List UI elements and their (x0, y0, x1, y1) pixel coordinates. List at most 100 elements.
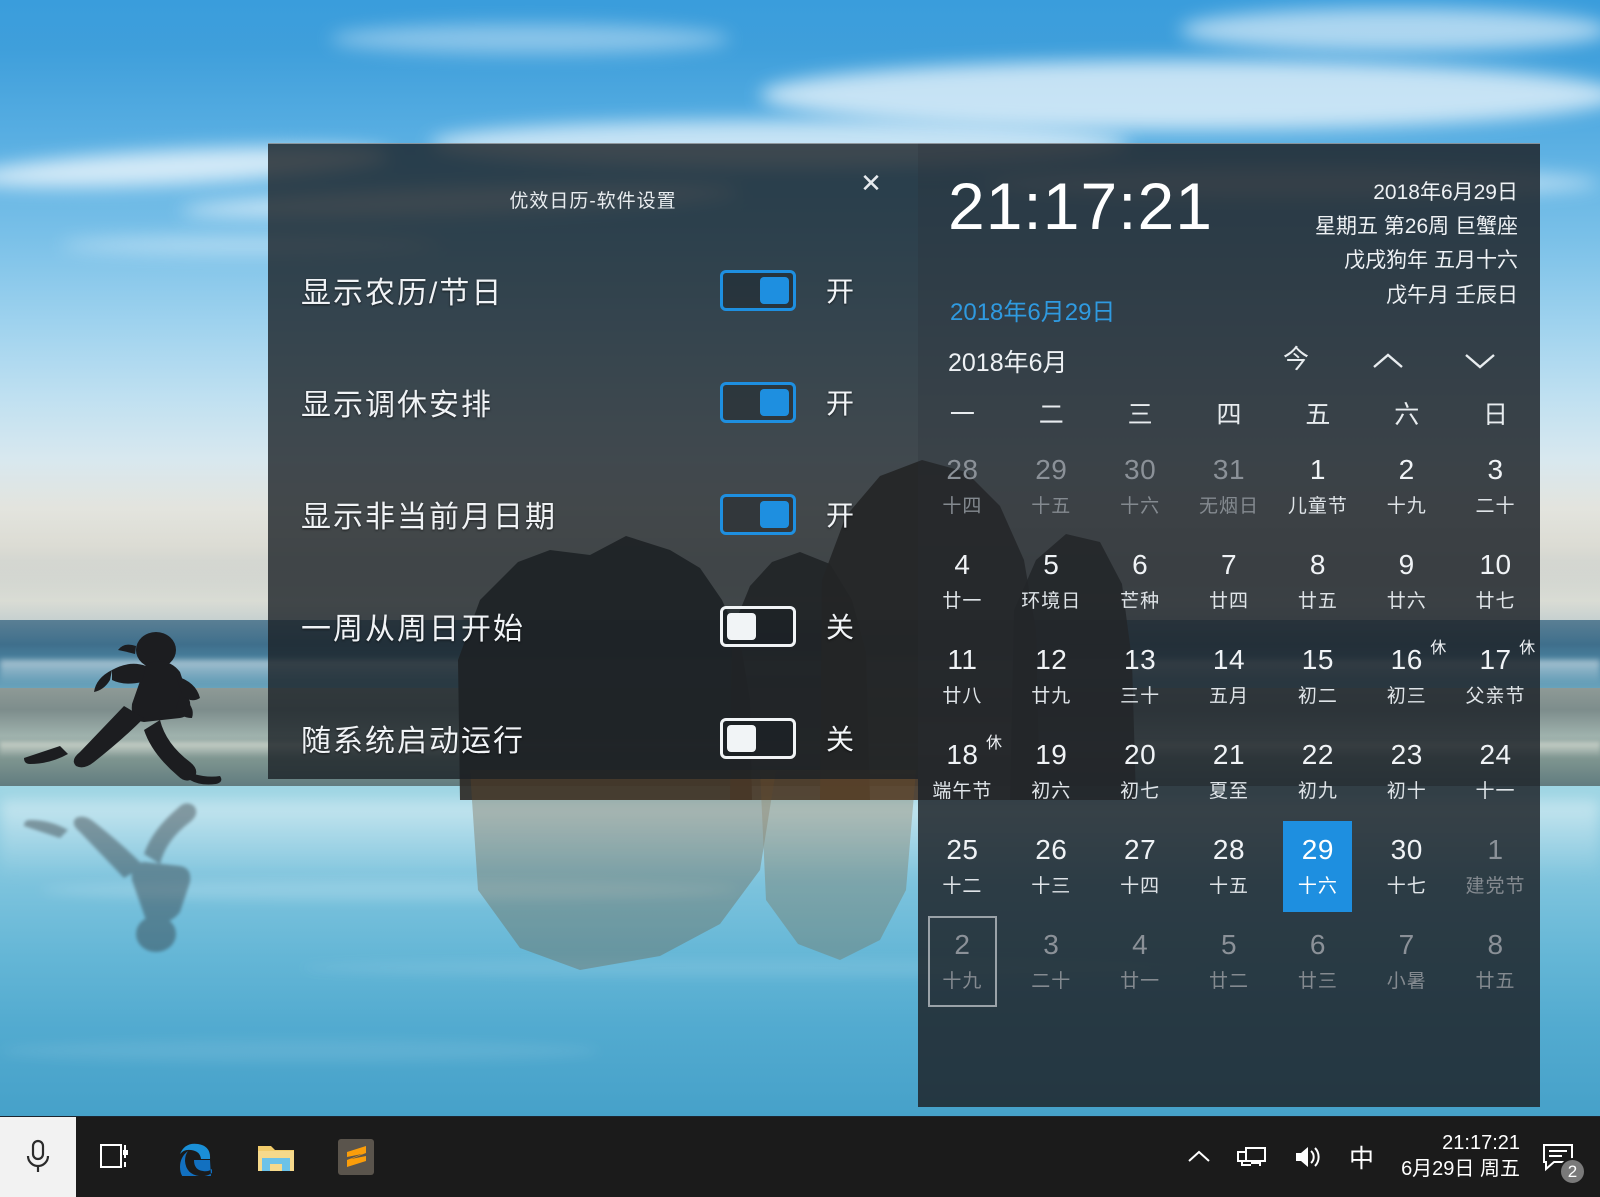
file-explorer-icon[interactable] (236, 1117, 316, 1197)
calendar-day-cell[interactable]: 16休初三 (1372, 631, 1441, 722)
calendar-day-cell[interactable]: 29十五 (1017, 441, 1086, 532)
calendar-day-number: 17休 (1479, 645, 1511, 675)
calendar-month-label: 2018年6月 (948, 343, 1068, 379)
chevron-up-icon[interactable] (1342, 337, 1434, 381)
calendar-day-cell[interactable]: 10廿七 (1461, 536, 1530, 627)
calendar-day-cell[interactable]: 5环境日 (1017, 536, 1086, 627)
toggle-knob (760, 501, 789, 528)
calendar-day-number: 11 (947, 645, 977, 675)
weekday-label: 一 (918, 391, 1007, 439)
calendar-day-cell[interactable]: 8廿五 (1283, 536, 1352, 627)
setting-row: 随系统启动运行关 (268, 682, 918, 794)
calendar-day-lunar: 初三 (1387, 681, 1427, 708)
calendar-day-cell[interactable]: 28十五 (1195, 821, 1264, 912)
calendar-day-lunar: 廿八 (942, 681, 982, 708)
calendar-day-cell[interactable]: 30十七 (1372, 821, 1441, 912)
calendar-day-lunar: 芒种 (1120, 586, 1160, 613)
calendar-day-number: 6 (1132, 550, 1148, 580)
calendar-day-number: 21 (1213, 740, 1245, 770)
calendar-day-cell[interactable]: 2十九 (1372, 441, 1441, 532)
calendar-day-cell[interactable]: 19初六 (1017, 726, 1086, 817)
calendar-day-lunar: 十六 (1298, 871, 1338, 898)
calendar-day-cell[interactable]: 12廿九 (1017, 631, 1086, 722)
calendar-day-number: 28 (1213, 835, 1245, 865)
calendar-day-cell[interactable]: 18休端午节 (928, 726, 997, 817)
calendar-day-cell[interactable]: 29十六 (1283, 821, 1352, 912)
calendar-day-cell[interactable]: 4廿一 (928, 536, 997, 627)
calendar-day-cell[interactable]: 5廿二 (1195, 916, 1264, 1007)
calendar-day-cell[interactable]: 31无烟日 (1195, 441, 1264, 532)
calendar-day-number: 24 (1479, 740, 1511, 770)
calendar-day-number: 30 (1391, 835, 1423, 865)
calendar-week-row: 25十二 26十三 27十四 28十五 29十六 30十七 1建党节 (918, 819, 1540, 914)
calendar-day-cell[interactable]: 6 芒种 (1106, 536, 1175, 627)
calendar-day-cell[interactable]: 28十四 (928, 441, 997, 532)
calendar-day-lunar: 初九 (1298, 776, 1338, 803)
calendar-day-cell[interactable]: 1建党节 (1461, 821, 1530, 912)
clock-area: 21:17:21 2018年6月29日 2018年6月29日 星期五 第26周 … (918, 144, 1540, 329)
calendar-day-cell[interactable]: 21 夏至 (1195, 726, 1264, 817)
calendar-day-lunar: 十九 (942, 966, 982, 993)
calendar-day-number: 30 (1124, 455, 1156, 485)
notification-center-icon[interactable]: 2 (1534, 1117, 1594, 1197)
calendar-day-cell[interactable]: 2十九 (928, 916, 997, 1007)
calendar-day-cell[interactable]: 11 廿八 (928, 631, 997, 722)
calendar-day-cell[interactable]: 7廿四 (1195, 536, 1264, 627)
setting-toggle[interactable] (720, 494, 796, 535)
calendar-day-cell[interactable]: 17休父亲节 (1461, 631, 1530, 722)
calendar-day-cell[interactable]: 4廿一 (1106, 916, 1175, 1007)
show-hidden-icons[interactable] (1174, 1117, 1224, 1197)
today-button[interactable]: 今 (1250, 337, 1342, 381)
calendar-day-cell[interactable]: 24十一 (1461, 726, 1530, 817)
calendar-day-lunar: 十六 (1120, 491, 1160, 518)
setting-label: 一周从周日开始 (301, 604, 525, 648)
edge-icon[interactable] (156, 1117, 236, 1197)
system-tray: 中 21:17:21 6月29日 周五 2 (1174, 1117, 1600, 1197)
info-weekday-week-zodiac: 星期五 第26周 巨蟹座 (1315, 210, 1518, 244)
calendar-day-lunar: 初十 (1387, 776, 1427, 803)
chevron-down-icon[interactable] (1434, 337, 1526, 381)
calendar-day-lunar: 廿二 (1209, 966, 1249, 993)
calendar-day-lunar: 廿一 (942, 586, 982, 613)
calendar-day-cell[interactable]: 27十四 (1106, 821, 1175, 912)
network-icon[interactable] (1224, 1117, 1280, 1197)
setting-toggle[interactable] (720, 382, 796, 423)
info-ganzhi: 戊午月 壬辰日 (1315, 279, 1518, 313)
info-lunar-year-date: 戊戌狗年 五月十六 (1315, 244, 1518, 278)
close-icon[interactable]: ✕ (851, 166, 891, 202)
setting-state-label: 开 (826, 382, 855, 422)
calendar-day-number: 9 (1399, 550, 1415, 580)
calendar-day-cell[interactable]: 8廿五 (1461, 916, 1530, 1007)
calendar-day-cell[interactable]: 14五月 (1195, 631, 1264, 722)
sublime-text-icon[interactable] (316, 1117, 396, 1197)
calendar-day-cell[interactable]: 1儿童节 (1283, 441, 1352, 532)
task-view-icon[interactable] (76, 1117, 156, 1197)
calendar-day-cell[interactable]: 3二十 (1461, 441, 1530, 532)
calendar-day-cell[interactable]: 3二十 (1017, 916, 1086, 1007)
calendar-day-cell[interactable]: 30 十六 (1106, 441, 1175, 532)
calendar-day-cell[interactable]: 7小暑 (1372, 916, 1441, 1007)
rest-day-badge: 休 (1430, 641, 1447, 658)
setting-toggle[interactable] (720, 606, 796, 647)
calendar-day-lunar: 夏至 (1209, 776, 1249, 803)
cortana-mic-icon[interactable] (0, 1117, 76, 1197)
weekday-label: 三 (1096, 391, 1185, 439)
calendar-day-cell[interactable]: 22初九 (1283, 726, 1352, 817)
calendar-day-cell[interactable]: 13三十 (1106, 631, 1175, 722)
setting-toggle[interactable] (720, 270, 796, 311)
ime-indicator[interactable]: 中 (1336, 1117, 1387, 1197)
calendar-app-window: 优效日历-软件设置 ✕ 显示农历/节日开显示调休安排开显示非当前月日期开一周从周… (268, 143, 1540, 1107)
setting-label: 显示农历/节日 (301, 268, 503, 312)
calendar-day-cell[interactable]: 9廿六 (1372, 536, 1441, 627)
calendar-day-cell[interactable]: 26十三 (1017, 821, 1086, 912)
setting-toggle[interactable] (720, 718, 796, 759)
calendar-day-cell[interactable]: 25十二 (928, 821, 997, 912)
taskbar-clock[interactable]: 21:17:21 6月29日 周五 (1387, 1117, 1534, 1197)
calendar-day-cell[interactable]: 6廿三 (1283, 916, 1352, 1007)
calendar-day-cell[interactable]: 20初七 (1106, 726, 1175, 817)
volume-icon[interactable] (1280, 1117, 1336, 1197)
calendar-day-cell[interactable]: 23初十 (1372, 726, 1441, 817)
calendar-day-cell[interactable]: 15初二 (1283, 631, 1352, 722)
calendar-week-row: 28十四 29十五 30 十六 31无烟日 1儿童节 2十九 3二十 (918, 439, 1540, 534)
setting-label: 显示非当前月日期 (301, 492, 557, 536)
